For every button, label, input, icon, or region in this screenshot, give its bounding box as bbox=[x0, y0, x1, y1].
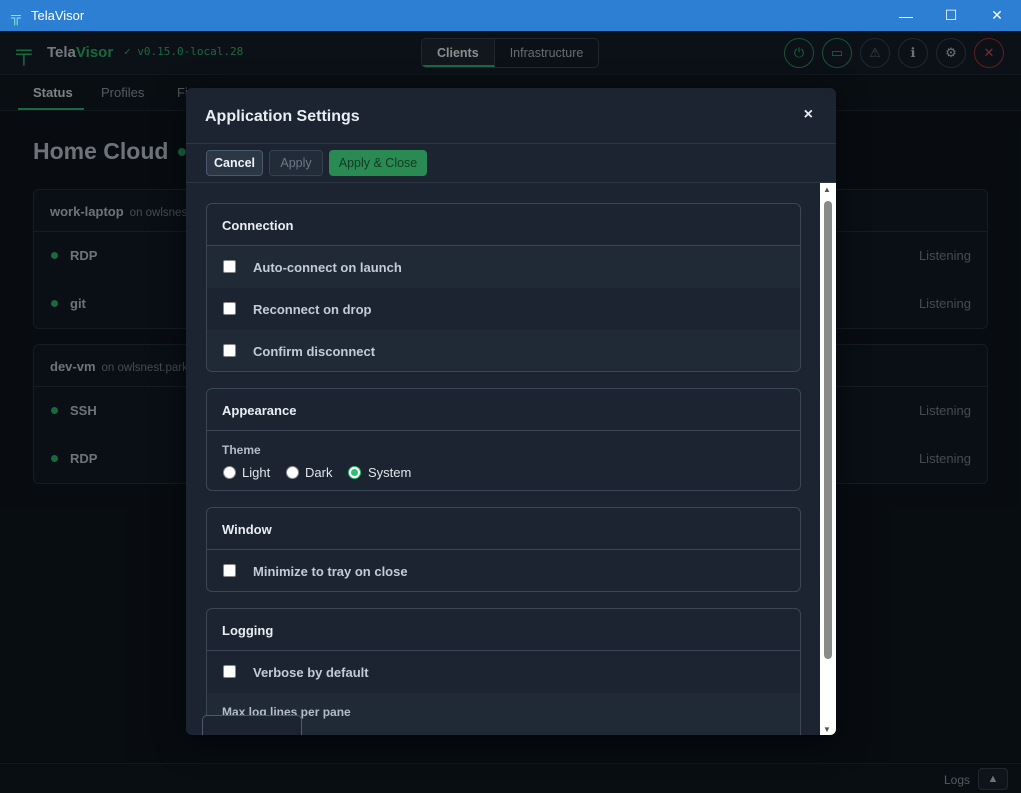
dialog-title: Application Settings bbox=[205, 108, 360, 125]
section-title: Logging bbox=[207, 609, 800, 651]
option-label: Reconnect on drop bbox=[253, 302, 372, 317]
minimize-to-tray-checkbox[interactable] bbox=[223, 564, 236, 577]
section-window: Window Minimize to tray on close bbox=[206, 507, 801, 592]
option-verbose[interactable]: Verbose by default bbox=[207, 651, 800, 693]
theme-dark-radio[interactable] bbox=[286, 466, 299, 479]
confirm-disconnect-checkbox[interactable] bbox=[223, 344, 236, 357]
settings-dialog: Application Settings × Cancel Apply Appl… bbox=[186, 88, 836, 735]
cancel-button[interactable]: Cancel bbox=[206, 150, 263, 176]
theme-system-radio[interactable] bbox=[348, 466, 361, 479]
dialog-close-button[interactable]: × bbox=[804, 106, 813, 124]
telavisor-app-icon: ╦ bbox=[11, 7, 21, 24]
section-title: Connection bbox=[207, 204, 800, 246]
window-title: TelaVisor bbox=[31, 8, 85, 23]
option-reconnect[interactable]: Reconnect on drop bbox=[207, 288, 800, 330]
section-title: Appearance bbox=[207, 389, 800, 431]
section-appearance: Appearance Theme Light Dark System bbox=[206, 388, 801, 491]
verbose-checkbox[interactable] bbox=[223, 665, 236, 678]
reconnect-checkbox[interactable] bbox=[223, 302, 236, 315]
theme-dark-label[interactable]: Dark bbox=[305, 465, 332, 480]
window-titlebar: ╦ TelaVisor — ☐ ✕ bbox=[0, 0, 1021, 31]
apply-button[interactable]: Apply bbox=[269, 150, 323, 176]
apply-close-button[interactable]: Apply & Close bbox=[329, 150, 427, 176]
scroll-up-icon[interactable]: ▲ bbox=[823, 185, 831, 194]
section-connection: Connection Auto-connect on launch Reconn… bbox=[206, 203, 801, 372]
auto-connect-checkbox[interactable] bbox=[223, 260, 236, 273]
settings-scrollbar[interactable]: ▲ ▼ bbox=[820, 183, 836, 735]
settings-scroll-area[interactable]: Connection Auto-connect on launch Reconn… bbox=[186, 183, 820, 735]
window-close-button[interactable]: ✕ bbox=[974, 0, 1020, 31]
section-title: Window bbox=[207, 508, 800, 550]
theme-field: Theme Light Dark System bbox=[207, 431, 800, 490]
scrollbar-thumb[interactable] bbox=[824, 201, 832, 659]
option-minimize-to-tray[interactable]: Minimize to tray on close bbox=[207, 550, 800, 591]
theme-light-label[interactable]: Light bbox=[242, 465, 270, 480]
maximize-button[interactable]: ☐ bbox=[928, 0, 974, 31]
scroll-down-icon[interactable]: ▼ bbox=[823, 725, 831, 734]
theme-light-radio[interactable] bbox=[223, 466, 236, 479]
option-label: Verbose by default bbox=[253, 665, 369, 680]
max-log-lines-input[interactable] bbox=[202, 715, 302, 735]
option-label: Minimize to tray on close bbox=[253, 564, 408, 579]
divider bbox=[186, 143, 836, 144]
theme-label: Theme bbox=[222, 443, 261, 457]
option-auto-connect[interactable]: Auto-connect on launch bbox=[207, 246, 800, 288]
theme-system-label[interactable]: System bbox=[368, 465, 411, 480]
option-confirm-disconnect[interactable]: Confirm disconnect bbox=[207, 330, 800, 371]
minimize-button[interactable]: — bbox=[883, 0, 929, 31]
option-label: Auto-connect on launch bbox=[253, 260, 402, 275]
option-label: Confirm disconnect bbox=[253, 344, 376, 359]
